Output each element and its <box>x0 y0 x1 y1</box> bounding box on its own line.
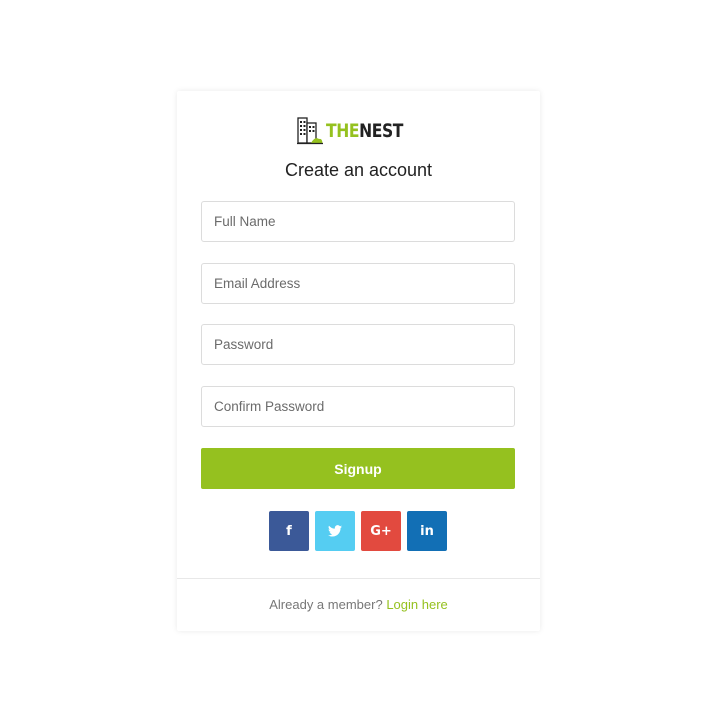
login-link[interactable]: Login here <box>386 597 447 612</box>
full-name-field[interactable] <box>201 201 515 242</box>
social-login-group: f G+ in <box>269 511 447 551</box>
full-name-input[interactable] <box>202 202 514 241</box>
email-field[interactable] <box>201 263 515 304</box>
footer: Already a member? Login here <box>177 596 540 614</box>
twitter-button[interactable] <box>315 511 355 551</box>
signup-card: THENEST Create an account Signup f <box>177 91 540 631</box>
twitter-icon <box>328 525 342 537</box>
footer-text: Already a member? <box>269 597 383 612</box>
google-plus-button[interactable]: G+ <box>361 511 401 551</box>
page: THENEST Create an account Signup f <box>0 0 720 720</box>
password-field[interactable] <box>201 324 515 365</box>
password-input[interactable] <box>202 325 514 364</box>
google-plus-icon: G+ <box>370 523 392 539</box>
brand-text-nest: NEST <box>359 119 404 142</box>
building-icon <box>297 115 324 145</box>
divider <box>177 578 540 579</box>
page-title: Create an account <box>284 160 433 180</box>
linkedin-button[interactable]: in <box>407 511 447 551</box>
linkedin-icon: in <box>420 523 434 539</box>
email-input[interactable] <box>202 264 514 303</box>
facebook-button[interactable]: f <box>269 511 309 551</box>
facebook-icon: f <box>286 523 292 539</box>
confirm-password-field[interactable] <box>201 386 515 427</box>
signup-button[interactable]: Signup <box>201 448 515 489</box>
brand-text-the: THE <box>326 119 360 142</box>
confirm-password-input[interactable] <box>202 387 514 426</box>
brand-logo: THENEST <box>177 115 540 145</box>
brand-wordmark: THENEST <box>326 119 404 142</box>
